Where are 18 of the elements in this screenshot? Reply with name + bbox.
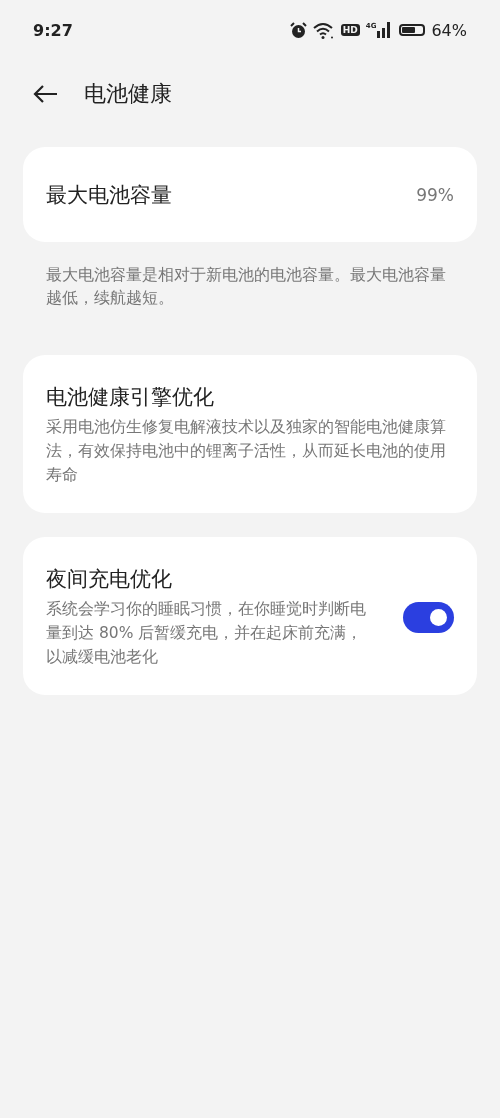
status-time: 9:27 bbox=[33, 20, 73, 40]
setting-title: 电池健康引擎优化 bbox=[46, 384, 215, 411]
setting-description: 系统会学习你的睡眠习惯，在你睡觉时判断电量到达 80% 后暂缓充电，并在起床前充满，以减缓电池老化 bbox=[46, 599, 366, 668]
alarm-clock-icon bbox=[289, 21, 307, 39]
hd-badge: HD bbox=[340, 24, 360, 36]
wifi-icon bbox=[312, 21, 335, 39]
setting-card[interactable]: 电池健康引擎优化 采用电池仿生修复电解液技术以及独家的智能电池健康算法，有效保持电池中的锂离子活性，从而延长电池的使用寿命 bbox=[23, 355, 477, 513]
battery-percent: 64% bbox=[431, 20, 467, 40]
setting-card[interactable]: 最大电池容量 99% bbox=[23, 147, 477, 242]
toggle-switch[interactable] bbox=[403, 601, 454, 633]
setting-title: 夜间充电优化 bbox=[46, 566, 173, 593]
setting-title: 最大电池容量 bbox=[46, 181, 172, 209]
setting-value: 99% bbox=[416, 184, 454, 205]
footnote-text: 最大电池容量是相对于新电池的电池容量。最大电池容量越低，续航越短。 bbox=[46, 265, 447, 309]
page-title: 电池健康 bbox=[84, 80, 172, 108]
setting-description: 采用电池仿生修复电解液技术以及独家的智能电池健康算法，有效保持电池中的锂离子活性，从而延长电池的使用寿命 bbox=[46, 417, 447, 486]
battery-icon bbox=[399, 24, 426, 36]
back-arrow-icon[interactable] bbox=[32, 84, 58, 104]
